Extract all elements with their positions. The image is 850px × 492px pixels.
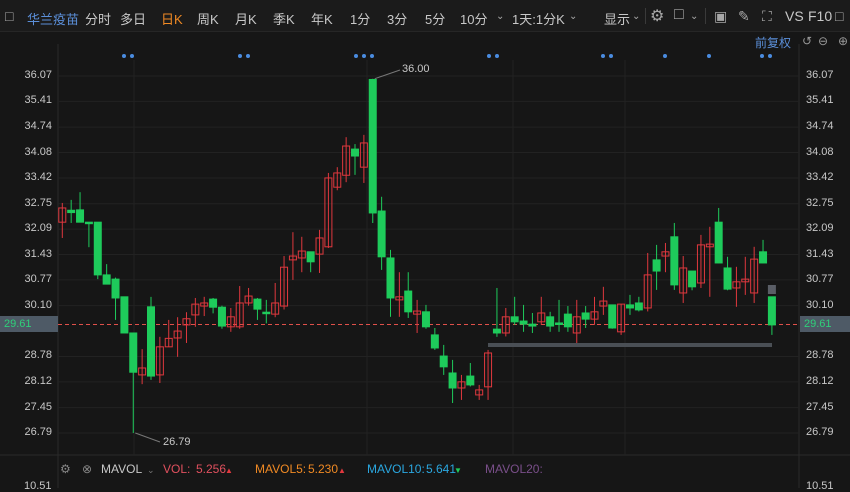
close-indicator-icon[interactable]: ⊗: [82, 462, 92, 476]
candle-down: [386, 257, 395, 299]
y-tick-right: 32.75: [806, 196, 834, 209]
min-annotation-leader: [135, 432, 161, 443]
volume-axis-right-top: 10.51: [806, 480, 834, 492]
candle-down: [253, 298, 262, 310]
y-tick-left: 34.08: [24, 145, 52, 158]
y-tick-right: 26.79: [806, 426, 834, 438]
candle-down: [120, 296, 129, 334]
chevron-down-icon[interactable]: ⌄: [147, 465, 155, 476]
candle-down: [519, 320, 528, 325]
candle-down: [306, 251, 315, 263]
volume-axis-left-top: 10.51: [24, 480, 52, 492]
max-annotation-leader: [374, 69, 401, 80]
volume-indicator-bar: ⚙ ⊗ MAVOL ⌄ VOL: 5.256 ▲ MAVOL5: 5.230 ▲…: [0, 458, 850, 478]
y-tick-right: 30.77: [806, 272, 834, 285]
candle-down: [510, 316, 519, 323]
y-tick-left: 30.10: [24, 298, 52, 311]
y-tick-right: 34.74: [806, 120, 834, 133]
y-tick-right: 32.09: [806, 222, 834, 235]
candle-down: [430, 334, 439, 349]
candle-down: [377, 210, 386, 258]
mavol10-label: MAVOL10:: [367, 462, 425, 476]
min-price-annotation: 26.79: [163, 436, 191, 448]
candle-down: [652, 259, 661, 272]
mavol20-label: MAVOL20:: [485, 462, 543, 476]
candle-down: [439, 355, 448, 368]
candle-down: [723, 267, 732, 290]
candle-down: [528, 323, 537, 327]
y-tick-left: 36.07: [24, 69, 52, 81]
candle-down: [209, 298, 218, 308]
candle-down: [262, 311, 271, 315]
candle-down: [368, 78, 377, 214]
vol-label: VOL:: [163, 462, 191, 476]
pending-candle-placeholder: [767, 285, 776, 294]
candle-down: [767, 296, 776, 326]
candle-down: [555, 322, 564, 325]
indicator-name[interactable]: MAVOL: [101, 462, 142, 476]
y-tick-left: 27.45: [24, 400, 52, 413]
up-arrow-icon: ▲: [338, 466, 346, 475]
candle-down: [111, 278, 120, 299]
candle-down: [625, 304, 634, 309]
candle-down: [608, 304, 617, 329]
y-tick-left: 33.42: [24, 170, 52, 183]
candle-down: [759, 251, 768, 264]
mavol10-value: 5.641: [426, 462, 457, 476]
y-tick-left: 31.43: [24, 247, 52, 260]
up-arrow-icon: ▲: [225, 466, 233, 475]
y-tick-right: 34.08: [806, 145, 834, 158]
y-tick-right: 36.07: [806, 69, 834, 81]
candle-down: [67, 209, 76, 214]
y-tick-left: 32.09: [24, 222, 52, 235]
candle-down: [546, 316, 555, 327]
y-tick-right: 35.41: [806, 94, 834, 107]
candle-down: [102, 274, 111, 285]
candle-down: [492, 328, 501, 334]
indicator-settings-icon[interactable]: ⚙: [60, 462, 71, 476]
down-arrow-icon: ▼: [454, 466, 462, 475]
candle-down: [76, 209, 85, 223]
max-price-annotation: 36.00: [402, 63, 430, 75]
y-tick-right: 28.78: [806, 349, 834, 362]
y-tick-right: 31.43: [806, 247, 834, 260]
candle-down: [714, 221, 723, 264]
y-tick-right: 33.42: [806, 170, 834, 183]
candle-down: [670, 236, 679, 286]
y-tick-left: 26.79: [24, 426, 52, 438]
range-bar: [488, 343, 772, 347]
y-tick-right: 30.10: [806, 298, 834, 311]
candle-down: [448, 372, 457, 389]
candle-down: [634, 302, 643, 311]
vol-value: 5.256: [196, 462, 227, 476]
y-tick-left: 28.12: [24, 374, 52, 387]
candle-down: [217, 306, 226, 327]
candle-down: [351, 148, 360, 157]
candle-down: [129, 332, 138, 373]
y-tick-left: 32.75: [24, 196, 52, 209]
candle-down: [147, 306, 155, 377]
candle-down: [421, 311, 430, 328]
candle-down: [563, 313, 572, 328]
y-tick-left: 35.41: [24, 94, 52, 107]
y-tick-left: 30.77: [24, 272, 52, 285]
current-price-label-right: 29.61: [800, 316, 850, 332]
current-price-label-left: 29.61: [0, 316, 58, 332]
y-tick-left: 34.74: [24, 120, 52, 133]
y-tick-left: 28.78: [24, 349, 52, 362]
candle-down: [404, 290, 413, 313]
candle-down: [581, 312, 590, 320]
candle-down: [688, 270, 697, 288]
y-tick-right: 27.45: [806, 400, 834, 413]
y-tick-right: 28.12: [806, 374, 834, 387]
mavol5-value: 5.230: [308, 462, 339, 476]
candle-down: [93, 221, 102, 276]
candle-down: [466, 375, 475, 386]
mavol5-label: MAVOL5:: [255, 462, 307, 476]
candle-down: [84, 221, 93, 225]
